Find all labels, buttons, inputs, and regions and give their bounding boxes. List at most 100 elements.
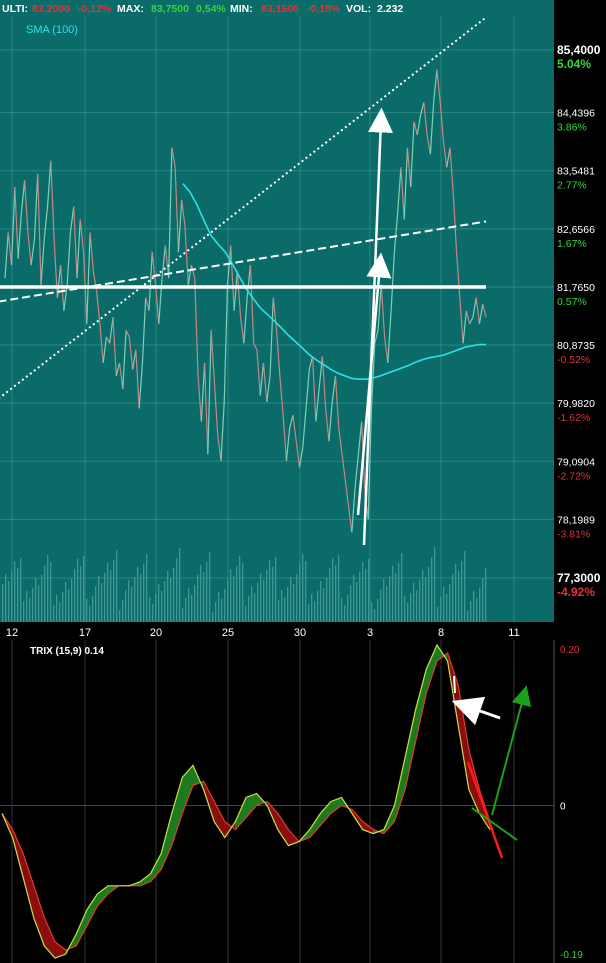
pct-tick-label: -4.92% (557, 585, 595, 599)
volume-bar (32, 588, 34, 622)
volume-bar (473, 591, 475, 622)
date-tick-label: 30 (294, 627, 306, 639)
volume-bar (125, 590, 127, 622)
annotation-tick-white (453, 675, 456, 694)
volume-bar (134, 577, 136, 622)
volume-bar (53, 605, 55, 622)
volume-bar (314, 601, 316, 622)
header-min-value: 83,1500 (261, 3, 299, 15)
price-tick-label: 84,4396 (557, 108, 595, 120)
volume-bar (98, 576, 100, 622)
pct-tick-label: 1.67% (557, 238, 587, 250)
trix-tick-label: 0.20 (560, 645, 580, 656)
volume-bar (44, 565, 46, 622)
volume-bar (422, 570, 424, 622)
header-max-label: MAX: (117, 3, 144, 15)
volume-bar (386, 586, 388, 622)
volume-bar (392, 566, 394, 622)
volume-bar (8, 581, 10, 622)
header-last-value: 83,2000 (32, 3, 70, 15)
volume-bar (437, 607, 439, 622)
volume-bar (296, 574, 298, 622)
volume-bar (326, 578, 328, 622)
volume-bar (398, 563, 400, 622)
volume-bar (449, 584, 451, 622)
volume-bar (131, 587, 133, 622)
volume-bar (311, 594, 313, 622)
volume-bar (119, 610, 121, 622)
trix-title: TRIX (15,9) 0.14 (30, 646, 104, 657)
volume-bar (293, 584, 295, 622)
volume-bar (80, 566, 82, 622)
volume-bar (74, 569, 76, 622)
volume-bar (224, 589, 226, 622)
volume-bar (56, 595, 58, 622)
price-tick-label: 81,7650 (557, 282, 595, 294)
volume-bar (320, 581, 322, 622)
header-last-label: ULTI: (2, 3, 28, 15)
date-tick-label: 20 (150, 627, 162, 639)
pct-tick-label: 0.57% (557, 296, 587, 308)
header-max-value: 83,7500 (151, 3, 189, 15)
volume-bar (302, 554, 304, 622)
volume-bar (335, 565, 337, 622)
volume-bar (206, 562, 208, 622)
volume-bar (347, 595, 349, 622)
volume-bar (356, 582, 358, 622)
volume-bar (308, 604, 310, 622)
volume-bar (164, 581, 166, 622)
volume-bar (221, 599, 223, 622)
volume-bar (104, 573, 106, 622)
volume-bar (59, 602, 61, 622)
volume-bar (287, 587, 289, 622)
volume-bar (467, 611, 469, 622)
volume-bar (395, 573, 397, 622)
volume-bar (167, 571, 169, 622)
volume-bar (95, 586, 97, 622)
header-vol-label: VOL: (346, 3, 371, 15)
volume-bar (401, 553, 403, 622)
header-last-change: -0,12% (78, 3, 112, 15)
price-tick-label: 83,5481 (557, 166, 595, 178)
volume-bar (185, 598, 187, 622)
date-tick-label: 11 (508, 627, 519, 639)
date-tick-label: 17 (79, 627, 91, 639)
volume-bar (317, 591, 319, 622)
volume-bar (362, 562, 364, 622)
volume-bar (269, 560, 271, 622)
volume-bar (257, 583, 259, 622)
volume-bar (377, 599, 379, 622)
volume-bar (266, 570, 268, 622)
volume-bar (71, 579, 73, 622)
volume-bar (218, 592, 220, 622)
volume-bar (245, 606, 247, 622)
volume-bar (29, 598, 31, 622)
volume-bar (272, 567, 274, 622)
pct-tick-label: 3.86% (557, 122, 587, 134)
volume-bar (275, 557, 277, 622)
volume-bar (428, 567, 430, 622)
volume-bar (92, 596, 94, 622)
date-tick-label: 3 (367, 627, 373, 639)
volume-bar (212, 612, 214, 622)
price-tick-label: 82,6566 (557, 224, 595, 236)
volume-bar (251, 586, 253, 622)
volume-bar (380, 589, 382, 622)
volume-bar (440, 597, 442, 622)
volume-bar (227, 579, 229, 622)
volume-bar (152, 604, 154, 622)
volume-bar (140, 574, 142, 622)
volume-bar (50, 562, 52, 622)
volume-bar (443, 587, 445, 622)
pct-tick-label: 5.04% (557, 57, 591, 71)
volume-bar (23, 601, 25, 622)
volume-bar (122, 600, 124, 622)
volume-bar (173, 568, 175, 622)
volume-bar (110, 570, 112, 622)
volume-bar (242, 563, 244, 622)
pct-tick-label: -2.72% (557, 470, 590, 482)
volume-bar (209, 552, 211, 622)
volume-bar (452, 574, 454, 622)
date-tick-label: 12 (6, 627, 18, 639)
volume-bar (374, 609, 376, 622)
